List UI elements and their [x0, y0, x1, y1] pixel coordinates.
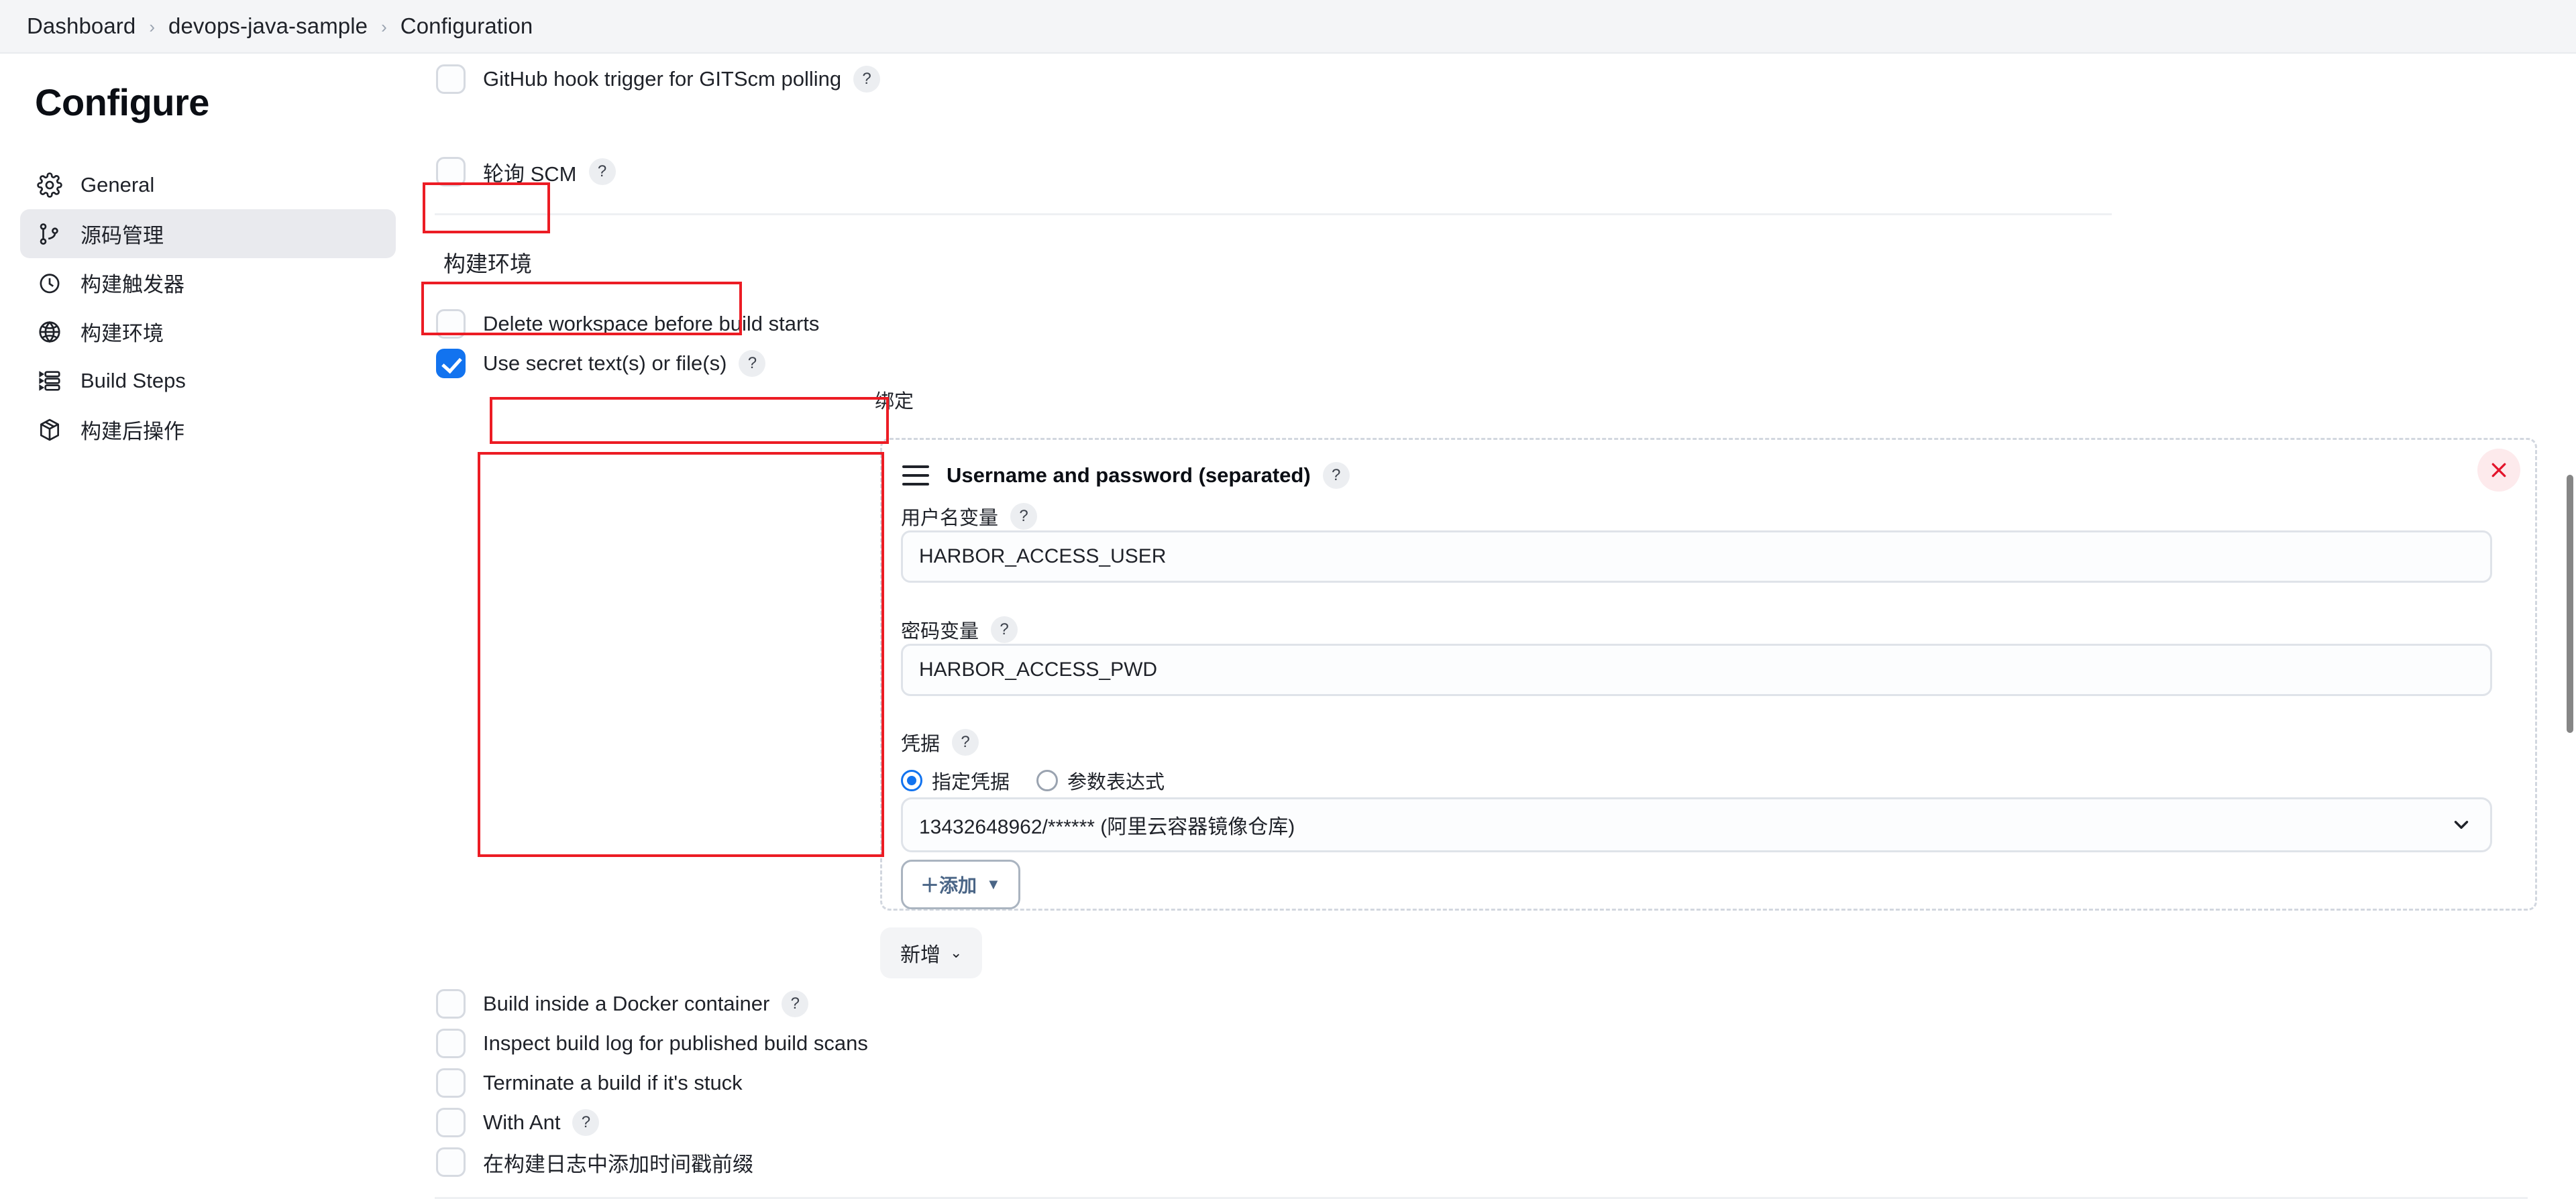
globe-icon: [35, 317, 64, 347]
help-icon[interactable]: ?: [952, 729, 979, 756]
checkbox-label[interactable]: 轮询 SCM: [483, 157, 577, 187]
help-icon[interactable]: ?: [572, 1109, 600, 1136]
clock-icon: [35, 268, 64, 298]
breadcrumb-separator: ›: [381, 16, 387, 37]
help-icon[interactable]: ?: [853, 66, 881, 93]
checkbox-label[interactable]: Build inside a Docker container: [483, 992, 769, 1016]
help-icon[interactable]: ?: [1010, 503, 1038, 530]
add-credentials-button[interactable]: ＋添加 ▼: [901, 860, 1020, 909]
credentials-selected-value: 13432648962/****** (阿里云容器镜像仓库): [919, 816, 1295, 838]
checkbox-row-timestamp-prefix[interactable]: 在构建日志中添加时间戳前缀: [416, 1142, 753, 1182]
add-binding-label: 新增: [900, 944, 941, 966]
password-variable-label: 密码变量: [901, 621, 979, 642]
checkbox-label[interactable]: With Ant: [483, 1110, 560, 1135]
credentials-label: 凭据: [901, 734, 941, 755]
binding-panel: Username and password (separated) ? 用户名变…: [880, 438, 2537, 911]
caret-down-icon: ▼: [986, 876, 1001, 893]
credentials-radio-group[interactable]: 指定凭据 参数表达式: [901, 766, 1191, 795]
sidebar-item-post-build-actions[interactable]: 构建后操作: [20, 405, 396, 454]
credentials-select[interactable]: 13432648962/****** (阿里云容器镜像仓库): [901, 797, 2492, 852]
checkbox-row-github-hook[interactable]: GitHub hook trigger for GITScm polling ?: [416, 59, 881, 99]
checkbox-row-inspect-build-log[interactable]: Inspect build log for published build sc…: [416, 1023, 868, 1064]
close-icon: [2491, 463, 2506, 477]
checkbox-terminate-stuck-build[interactable]: [436, 1068, 466, 1098]
radio-label[interactable]: 参数表达式: [1067, 766, 1165, 795]
sidebar-item-source-code-management[interactable]: 源码管理: [20, 209, 396, 258]
checkbox-poll-scm[interactable]: [436, 157, 466, 186]
checkbox-label[interactable]: Use secret text(s) or file(s): [483, 351, 727, 376]
username-variable-label-row: 用户名变量 ?: [901, 502, 1038, 530]
checkbox-label[interactable]: Terminate a build if it's stuck: [483, 1071, 743, 1095]
radio-label[interactable]: 指定凭据: [932, 766, 1010, 795]
radio-specify-credentials[interactable]: [901, 770, 922, 791]
sidebar-item-label: 构建触发器: [80, 273, 184, 296]
checkbox-add-timestamp-prefix[interactable]: [436, 1147, 466, 1177]
page-scrollbar[interactable]: [2564, 54, 2576, 1153]
help-icon[interactable]: ?: [782, 990, 809, 1017]
git-branch-icon: [35, 219, 64, 249]
credentials-label-row: 凭据 ?: [901, 728, 979, 756]
checkbox-label[interactable]: Inspect build log for published build sc…: [483, 1031, 868, 1055]
package-icon: [35, 415, 64, 445]
sidebar-item-label: 源码管理: [80, 224, 164, 247]
password-variable-label-row: 密码变量 ?: [901, 616, 1018, 644]
scrollbar-thumb[interactable]: [2567, 475, 2573, 733]
checkbox-row-use-secret[interactable]: Use secret text(s) or file(s) ?: [416, 343, 766, 384]
list-steps-icon: [35, 366, 64, 396]
drag-handle-icon[interactable]: [902, 465, 929, 486]
configure-sidebar: Configure General 源码管理 构建触发器 构建环境 Build …: [0, 54, 416, 1153]
checkbox-use-secret-text-or-files[interactable]: [436, 349, 466, 378]
username-variable-input[interactable]: HARBOR_ACCESS_USER: [901, 530, 2492, 583]
sidebar-item-build-environment[interactable]: 构建环境: [20, 307, 396, 356]
breadcrumb-bar: Dashboard › devops-java-sample › Configu…: [0, 0, 2576, 54]
binding-card-title: Username and password (separated): [947, 463, 1311, 487]
chevron-down-icon: ⌄: [950, 944, 963, 961]
checkbox-label[interactable]: GitHub hook trigger for GITScm polling: [483, 67, 841, 91]
checkbox-github-hook-trigger[interactable]: [436, 64, 466, 94]
sidebar-item-label: General: [80, 172, 155, 196]
breadcrumb-separator: ›: [149, 16, 156, 37]
breadcrumb-item-project[interactable]: devops-java-sample: [168, 13, 368, 39]
sidebar-item-label: 构建环境: [80, 322, 164, 345]
main-content: GitHub hook trigger for GITScm polling ?…: [416, 54, 2576, 1199]
help-icon[interactable]: ?: [1322, 462, 1350, 489]
username-variable-label: 用户名变量: [901, 508, 999, 529]
breadcrumb-item-configuration[interactable]: Configuration: [400, 13, 533, 39]
section-divider: [435, 213, 2112, 215]
checkbox-inspect-build-log[interactable]: [436, 1029, 466, 1058]
sidebar-item-build-steps[interactable]: Build Steps: [20, 356, 396, 405]
add-credentials-label: ＋添加: [920, 875, 977, 896]
binding-card-header[interactable]: Username and password (separated) ?: [902, 455, 1350, 496]
sidebar-nav: General 源码管理 构建触发器 构建环境 Build Steps 构建后操…: [0, 160, 416, 454]
gear-icon: [35, 170, 64, 200]
radio-parameter-expression[interactable]: [1036, 770, 1059, 791]
password-variable-input[interactable]: HARBOR_ACCESS_PWD: [901, 644, 2492, 696]
help-icon[interactable]: ?: [991, 616, 1018, 643]
checkbox-row-terminate-build[interactable]: Terminate a build if it's stuck: [416, 1063, 743, 1103]
checkbox-label[interactable]: 在构建日志中添加时间戳前缀: [483, 1147, 753, 1178]
sidebar-item-general[interactable]: General: [20, 160, 396, 209]
checkbox-with-ant[interactable]: [436, 1108, 466, 1137]
page-title: Configure: [35, 81, 209, 123]
checkbox-row-poll-scm[interactable]: 轮询 SCM ?: [416, 152, 616, 192]
remove-binding-button[interactable]: [2477, 449, 2520, 492]
sidebar-item-label: 构建后操作: [80, 420, 184, 443]
breadcrumb-item-dashboard[interactable]: Dashboard: [27, 13, 136, 39]
sidebar-item-label: Build Steps: [80, 368, 186, 392]
help-icon[interactable]: ?: [588, 158, 616, 185]
add-binding-button[interactable]: 新增 ⌄: [880, 927, 983, 978]
checkbox-build-inside-docker[interactable]: [436, 989, 466, 1019]
checkbox-row-delete-workspace[interactable]: Delete workspace before build starts: [416, 304, 819, 344]
help-icon[interactable]: ?: [739, 350, 766, 377]
checkbox-delete-workspace[interactable]: [436, 309, 466, 339]
bindings-label: 绑定: [875, 391, 914, 412]
section-title-build-environment: 构建环境: [443, 251, 532, 276]
chevron-down-icon: [2454, 821, 2469, 829]
checkbox-label[interactable]: Delete workspace before build starts: [483, 312, 819, 336]
checkbox-row-with-ant[interactable]: With Ant ?: [416, 1102, 600, 1143]
checkbox-row-docker-container[interactable]: Build inside a Docker container ?: [416, 984, 809, 1024]
sidebar-item-build-triggers[interactable]: 构建触发器: [20, 258, 396, 307]
